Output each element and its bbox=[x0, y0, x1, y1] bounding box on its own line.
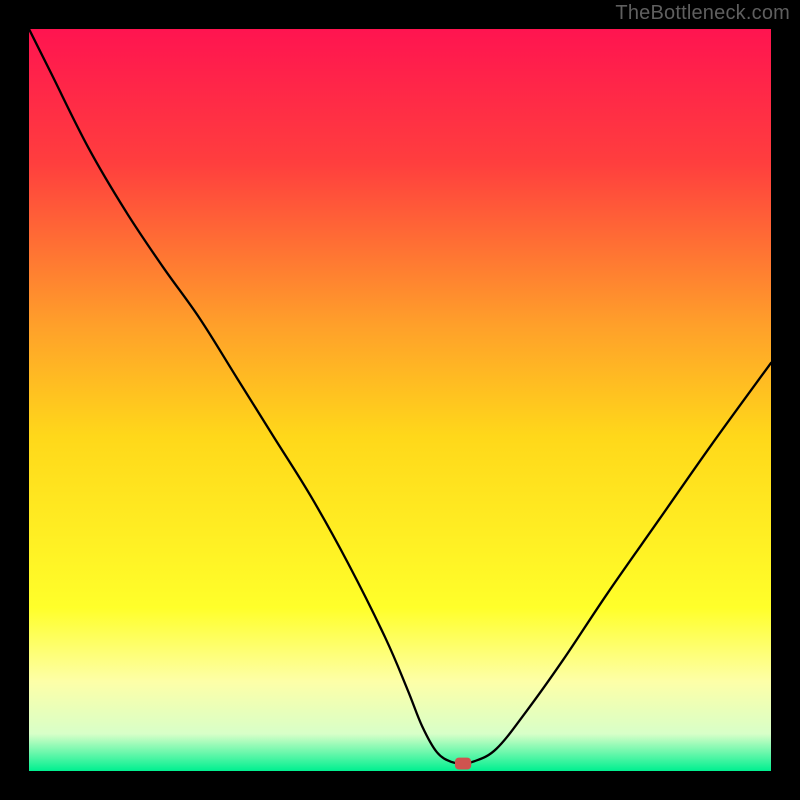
optimal-point-marker bbox=[455, 758, 471, 770]
attribution-text: TheBottleneck.com bbox=[615, 2, 790, 25]
bottleneck-chart bbox=[29, 29, 771, 771]
chart-frame: TheBottleneck.com bbox=[0, 0, 800, 800]
plot-background bbox=[29, 29, 771, 771]
